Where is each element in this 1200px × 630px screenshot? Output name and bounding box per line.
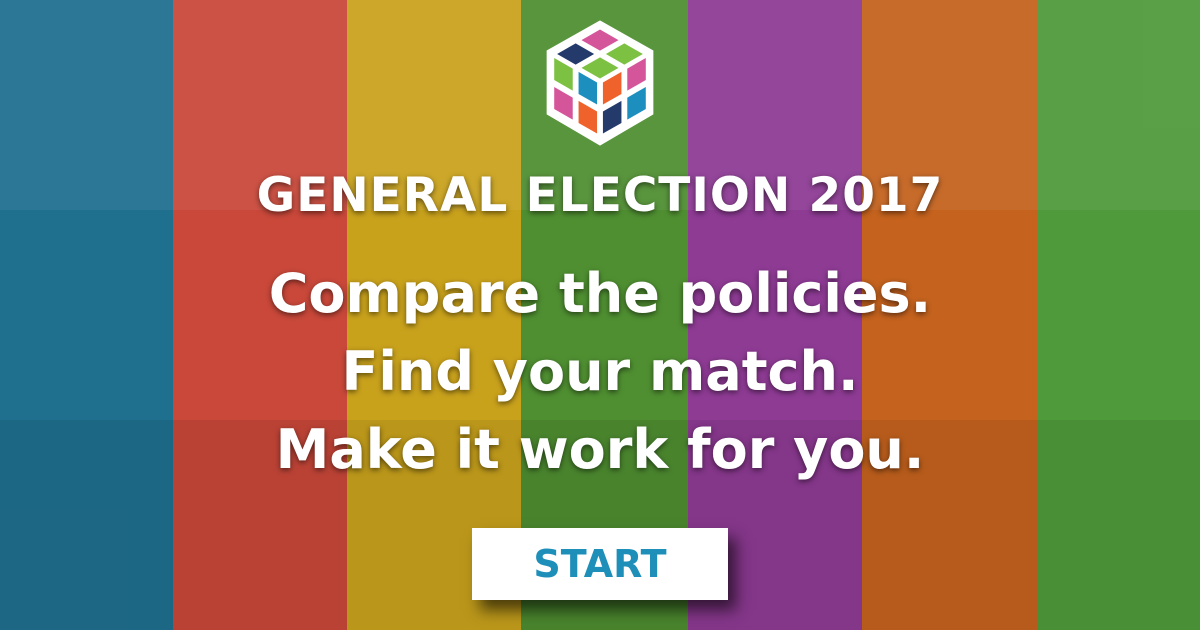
tagline-work: Make it work for you. [275,418,925,481]
start-button[interactable]: START [472,528,728,600]
cube-logo-icon [546,20,654,146]
page-title: GENERAL ELECTION 2017 [256,168,944,223]
tagline-match: Find your match. [341,340,859,403]
tagline-compare: Compare the policies. [268,262,932,325]
